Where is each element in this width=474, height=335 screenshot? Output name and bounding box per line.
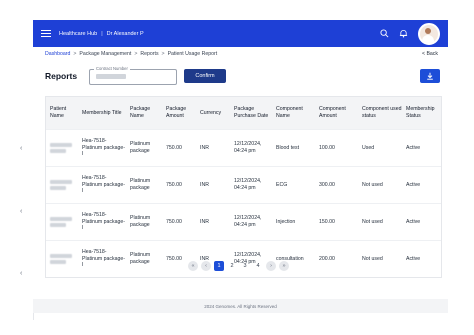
membership-status: Active — [406, 144, 421, 151]
page-button[interactable]: 1 — [214, 261, 224, 271]
breadcrumb-separator: > — [134, 51, 138, 57]
component-used-status: Not used — [362, 181, 383, 188]
package-amount: 750.00 — [166, 181, 182, 188]
app-name: Healthcare Hub — [59, 30, 98, 37]
page-button[interactable]: 4 — [253, 261, 263, 271]
download-button[interactable] — [420, 69, 440, 83]
column-header: Package Amount — [166, 106, 187, 119]
breadcrumb-patient-usage-report: Patient Usage Report — [167, 51, 218, 57]
column-header: Component used status — [362, 106, 402, 119]
user-name: Dr Alexander P — [106, 30, 144, 37]
download-icon — [426, 67, 434, 85]
table-row: Hea-7518-Platinum package-I Platinum pac… — [46, 129, 441, 166]
package-amount: 750.00 — [166, 218, 182, 225]
table-row: Hea-7518-Platinum package-I Platinum pac… — [46, 203, 441, 240]
table-header: Patient Name Membership Title Package Na… — [46, 97, 441, 129]
sidebar-chevron-icon[interactable]: ‹ — [20, 145, 22, 152]
membership-status: Active — [406, 181, 421, 188]
menu-icon[interactable] — [41, 28, 51, 39]
last-page-button[interactable]: » — [279, 261, 289, 271]
patient-name-redacted — [46, 141, 78, 155]
patient-name-redacted — [46, 252, 78, 266]
breadcrumb-reports[interactable]: Reports — [140, 51, 158, 57]
contract-number-value-redacted — [96, 74, 126, 79]
sidebar-chevron-icon[interactable]: ‹ — [20, 208, 22, 215]
app-title: Healthcare Hub | Dr Alexander P — [59, 31, 144, 37]
component-amount: 150.00 — [319, 218, 335, 225]
currency: INR — [200, 181, 209, 188]
component-amount: 200.00 — [319, 255, 335, 262]
membership-title: Hea-7518-Platinum package-I — [82, 248, 125, 269]
patient-name-redacted — [46, 215, 78, 229]
membership-title: Hea-7518-Platinum package-I — [82, 137, 125, 158]
component-amount: 100.00 — [319, 144, 335, 151]
breadcrumb-separator: > — [161, 51, 165, 57]
page-title: Reports — [45, 71, 78, 81]
patient-usage-table: Patient Name Membership Title Package Na… — [45, 96, 442, 278]
component-used-status: Not used — [362, 218, 383, 225]
column-header: Component Name — [276, 106, 303, 119]
title-separator: | — [101, 30, 103, 37]
membership-title: Hea-7518-Platinum package-I — [82, 211, 125, 232]
column-header: Package Name — [130, 106, 151, 119]
page-button[interactable]: 3 — [240, 261, 250, 271]
search-icon[interactable] — [380, 29, 389, 38]
main-content: Dashboard > Package Management > Reports > Pat… — [33, 47, 448, 299]
column-header: Component Amount — [319, 106, 346, 119]
table-row: Hea-7518-Platinum package-I Platinum pac… — [46, 240, 441, 277]
prev-page-button[interactable]: ‹ — [201, 261, 211, 271]
package-name: Platinum package — [130, 141, 151, 154]
breadcrumb-dashboard[interactable]: Dashboard — [45, 51, 70, 57]
component-amount: 300.00 — [319, 181, 335, 188]
membership-status: Active — [406, 255, 421, 262]
package-name: Platinum package — [130, 215, 151, 228]
page-button[interactable]: 2 — [227, 261, 237, 271]
component-name: Injection — [276, 218, 296, 225]
top-navigation-bar: Healthcare Hub | Dr Alexander P — [33, 20, 448, 47]
column-header: Membership Title — [82, 109, 122, 116]
first-page-button[interactable]: « — [188, 261, 198, 271]
table-row: Hea-7518-Platinum package-I Platinum pac… — [46, 166, 441, 203]
purchase-date: 12/12/2024, 04:24 pm — [234, 215, 262, 228]
purchase-date: 12/12/2024, 04:24 pm — [234, 178, 262, 191]
contract-number-label: Contract Number — [94, 66, 130, 71]
patient-name-redacted — [46, 178, 78, 192]
breadcrumb-separator: > — [73, 51, 77, 57]
package-name: Platinum package — [130, 178, 151, 191]
back-link[interactable]: < Back — [422, 51, 438, 57]
pagination: « ‹ 1 2 3 4 › » — [188, 261, 289, 271]
component-used-status: Used — [362, 144, 375, 151]
avatar[interactable] — [418, 22, 440, 45]
membership-status: Active — [406, 218, 421, 225]
contract-number-field[interactable]: Contract Number — [89, 66, 177, 85]
column-header: Currency — [200, 109, 222, 116]
currency: INR — [200, 144, 209, 151]
sidebar-chevron-icon[interactable]: ‹ — [20, 270, 22, 277]
purchase-date: 12/12/2024, 04:24 pm — [234, 141, 262, 154]
footer: 2024 Genomes. All Rights Reserved — [33, 299, 448, 313]
bell-icon[interactable] — [399, 29, 408, 38]
next-page-button[interactable]: › — [266, 261, 276, 271]
package-amount: 750.00 — [166, 144, 182, 151]
breadcrumb: Dashboard > Package Management > Reports > Pat… — [45, 51, 217, 57]
breadcrumb-package-management[interactable]: Package Management — [79, 51, 131, 57]
package-name: Platinum package — [130, 252, 151, 265]
membership-title: Hea-7518-Platinum package-I — [82, 174, 125, 195]
column-header: Package Purchase Date — [234, 106, 269, 119]
component-name: Blood test — [276, 144, 300, 151]
currency: INR — [200, 218, 209, 225]
left-sidebar-strip: ‹ ‹ ‹ — [0, 20, 34, 320]
component-used-status: Not used — [362, 255, 383, 262]
component-name: ECG — [276, 181, 288, 188]
column-header: Patient Name — [50, 106, 67, 119]
confirm-button[interactable]: Confirm — [184, 69, 226, 83]
column-header: Membership Status — [406, 106, 435, 119]
